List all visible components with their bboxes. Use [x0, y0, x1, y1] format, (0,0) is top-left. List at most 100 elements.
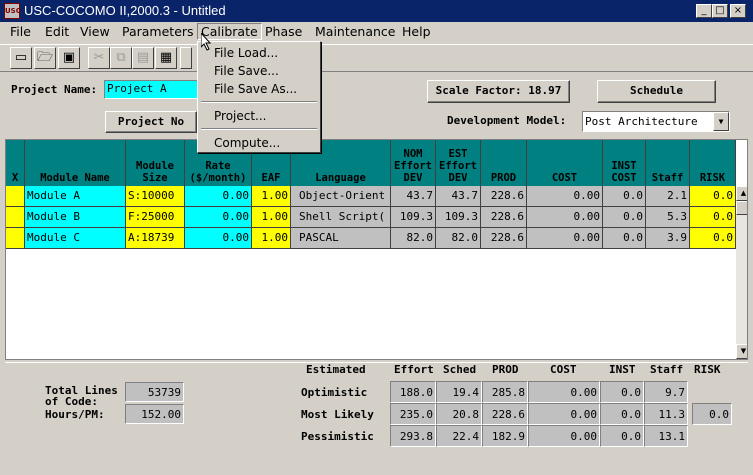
module-name-cell[interactable]: Module A	[25, 186, 126, 207]
close-button[interactable]: ×	[730, 4, 746, 18]
module-name-cell[interactable]: Module C	[25, 228, 126, 249]
risk-header: RISK	[694, 363, 721, 376]
language-cell[interactable]: PASCAL	[291, 228, 391, 249]
est-effort-cell: 109.3	[436, 207, 481, 228]
module-size-cell[interactable]: S:10000	[126, 186, 185, 207]
rate-cell[interactable]: 0.00	[185, 207, 252, 228]
nom-effort-cell: 82.0	[391, 228, 436, 249]
module-size-cell[interactable]: A:18739	[126, 228, 185, 249]
risk-cell[interactable]: 0.0	[690, 228, 736, 249]
est-effort-cell: 43.7	[436, 186, 481, 207]
row-select-cell[interactable]	[6, 186, 25, 207]
inst-header: INST	[609, 363, 636, 376]
save-icon[interactable]: ▣	[58, 47, 80, 69]
chevron-down-icon[interactable]: ▼	[713, 112, 729, 131]
maximize-button[interactable]: □	[712, 4, 728, 18]
prod-cell: 228.6	[481, 207, 527, 228]
risk-value: 0.0	[692, 403, 732, 425]
prod-value: 228.6	[482, 403, 528, 425]
menu-item-file-load[interactable]: File Load...	[214, 46, 278, 60]
copy-icon[interactable]: ⧉	[110, 47, 132, 69]
col-header-module-size: Module Size	[126, 140, 185, 186]
open-icon[interactable]: 🗁	[34, 47, 56, 69]
cost-value: 0.00	[528, 381, 600, 403]
scroll-thumb[interactable]	[736, 201, 747, 215]
section-divider	[5, 362, 748, 363]
nom-effort-cell: 43.7	[391, 186, 436, 207]
effort-value: 293.8	[390, 425, 436, 447]
cost-value: 0.00	[528, 425, 600, 447]
schedule-button[interactable]: Schedule	[597, 80, 716, 103]
menu-separator	[201, 128, 317, 130]
pessimistic-label: Pessimistic	[301, 430, 374, 443]
menu-view[interactable]: View	[80, 24, 110, 39]
prod-header: PROD	[492, 363, 519, 376]
module-name-cell[interactable]: Module B	[25, 207, 126, 228]
minimize-button[interactable]: _	[696, 4, 712, 18]
menu-help[interactable]: Help	[402, 24, 431, 39]
menu-item-file-save[interactable]: File Save...	[214, 64, 279, 78]
grid-scrollbar[interactable]: ▲ ▼	[736, 186, 747, 359]
language-cell[interactable]: Object-Orient	[291, 186, 391, 207]
menu-edit[interactable]: Edit	[45, 24, 69, 39]
row-select-cell[interactable]	[6, 228, 25, 249]
menu-item-compute[interactable]: Compute...	[214, 136, 280, 150]
eaf-cell[interactable]: 1.00	[252, 186, 291, 207]
nom-effort-cell: 109.3	[391, 207, 436, 228]
rate-cell[interactable]: 0.00	[185, 186, 252, 207]
risk-cell[interactable]: 0.0	[690, 186, 736, 207]
cost-cell: 0.00	[527, 186, 603, 207]
col-header-cost: COST	[527, 140, 603, 186]
menu-item-project[interactable]: Project...	[214, 109, 267, 123]
risk-cell[interactable]: 0.0	[690, 207, 736, 228]
new-icon[interactable]: ▭	[10, 47, 32, 69]
toolbar-extra-button[interactable]	[180, 47, 192, 69]
total-loc-value: 53739	[125, 382, 184, 402]
paste-icon[interactable]: ▤	[132, 47, 154, 69]
row-select-cell[interactable]	[6, 207, 25, 228]
inst-cost-cell: 0.0	[603, 186, 646, 207]
cut-icon[interactable]: ✂	[88, 47, 110, 69]
scale-factor-button[interactable]: Scale Factor: 18.97	[427, 80, 570, 103]
menu-parameters[interactable]: Parameters	[122, 24, 194, 39]
scroll-up-icon[interactable]: ▲	[736, 186, 747, 201]
prod-cell: 228.6	[481, 186, 527, 207]
menu-phase[interactable]: Phase	[265, 24, 302, 39]
col-header-x: X	[6, 140, 25, 186]
add-module-icon[interactable]: ▦	[155, 47, 177, 69]
title-bar: USC USC-COCOMO II,2000.3 - Untitled _ □ …	[0, 0, 753, 22]
inst-cost-cell: 0.0	[603, 228, 646, 249]
staff-header: Staff	[650, 363, 684, 376]
menu-maintenance[interactable]: Maintenance	[315, 24, 396, 39]
hours-pm-field[interactable]: 152.00	[125, 404, 184, 424]
project-name-field[interactable]: Project A	[104, 80, 198, 99]
optimistic-label: Optimistic	[301, 386, 368, 399]
module-size-cell[interactable]: F:25000	[126, 207, 185, 228]
menu-bar: File Edit View Parameters Calibrate Phas…	[0, 22, 753, 42]
menu-file[interactable]: File	[10, 24, 31, 39]
inst-value: 0.0	[600, 381, 644, 403]
cost-value: 0.00	[528, 403, 600, 425]
col-header-est-effort: EST Effort DEV	[436, 140, 481, 186]
cost-cell: 0.00	[527, 228, 603, 249]
window-title: USC-COCOMO II,2000.3 - Untitled	[24, 3, 226, 18]
prod-value: 285.8	[482, 381, 528, 403]
staff-value: 11.3	[644, 403, 688, 425]
scroll-down-icon[interactable]: ▼	[736, 344, 747, 359]
project-notes-button[interactable]: Project No	[105, 111, 197, 133]
most-likely-label: Most Likely	[301, 408, 374, 421]
eaf-cell[interactable]: 1.00	[252, 207, 291, 228]
col-header-risk: RISK	[690, 140, 736, 186]
inst-cost-cell: 0.0	[603, 207, 646, 228]
col-header-inst-cost: INST COST	[603, 140, 646, 186]
language-cell[interactable]: Shell Script(	[291, 207, 391, 228]
dev-model-select[interactable]: Post Architecture ▼	[582, 111, 730, 132]
eaf-cell[interactable]: 1.00	[252, 228, 291, 249]
rate-cell[interactable]: 0.00	[185, 228, 252, 249]
calibrate-menu: File Load... File Save... File Save As..…	[197, 41, 321, 153]
menu-item-file-save-as[interactable]: File Save As...	[214, 82, 297, 96]
col-header-module-name: Module Name	[25, 140, 126, 186]
staff-value: 13.1	[644, 425, 688, 447]
app-icon[interactable]: USC	[4, 3, 21, 19]
prod-cell: 228.6	[481, 228, 527, 249]
